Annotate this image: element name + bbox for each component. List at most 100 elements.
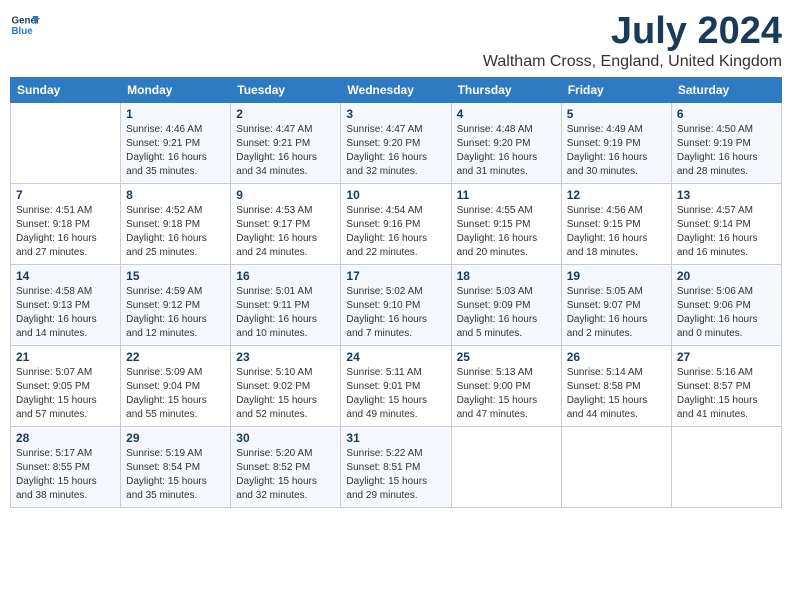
day-number: 2 [236,107,335,121]
day-number: 19 [567,269,666,283]
header-cell-sunday: Sunday [11,78,121,103]
header-cell-monday: Monday [121,78,231,103]
day-cell: 11Sunrise: 4:55 AM Sunset: 9:15 PM Dayli… [451,184,561,265]
day-cell: 26 Sunrise: 5:14 AM Sunset: 8:58 PM Dayli… [561,346,671,427]
header-cell-saturday: Saturday [671,78,781,103]
day-number: 31 [346,431,445,445]
day-number: 20 [677,269,776,283]
day-number: 10 [346,188,445,202]
day-info: Sunrise: 4:49 AM Sunset: 9:19 PM Dayligh… [567,123,666,179]
day-cell: 5 Sunrise: 4:49 AM Sunset: 9:19 PM Daylig… [561,103,671,184]
day-number: 4 [457,107,556,121]
day-info: Sunrise: 5:06 AM Sunset: 9:06 PM Dayligh… [677,285,776,341]
day-cell: 9 Sunrise: 4:53 AM Sunset: 9:17 PM Daylig… [231,184,341,265]
day-number: 26 [567,350,666,364]
day-info: Sunrise: 4:54 AM Sunset: 9:16 PM Dayligh… [346,204,445,260]
logo-icon: General Blue [10,10,40,40]
day-cell: 12 Sunrise: 4:56 AM Sunset: 9:15 PM Dayli… [561,184,671,265]
day-info: Sunrise: 4:47 AM Sunset: 9:20 PM Dayligh… [346,123,445,179]
day-cell: 8 Sunrise: 4:52 AM Sunset: 9:18 PM Daylig… [121,184,231,265]
week-row-2: 7Sunrise: 4:51 AM Sunset: 9:18 PM Daylig… [11,184,782,265]
day-info: Sunrise: 5:07 AM Sunset: 9:05 PM Dayligh… [16,366,115,422]
day-info: Sunrise: 4:51 AM Sunset: 9:18 PM Dayligh… [16,204,115,260]
day-info: Sunrise: 4:46 AM Sunset: 9:21 PM Dayligh… [126,123,225,179]
calendar-header: SundayMondayTuesdayWednesdayThursdayFrid… [11,78,782,103]
header-cell-wednesday: Wednesday [341,78,451,103]
day-number: 24 [346,350,445,364]
day-cell: 14 Sunrise: 4:58 AM Sunset: 9:13 PM Dayli… [11,265,121,346]
day-cell: 24 Sunrise: 5:11 AM Sunset: 9:01 PM Dayli… [341,346,451,427]
day-cell: 4Sunrise: 4:48 AM Sunset: 9:20 PM Daylig… [451,103,561,184]
day-info: Sunrise: 4:47 AM Sunset: 9:21 PM Dayligh… [236,123,335,179]
day-cell: 2 Sunrise: 4:47 AM Sunset: 9:21 PM Daylig… [231,103,341,184]
day-number: 28 [16,431,115,445]
day-cell [451,427,561,508]
day-cell: 27Sunrise: 5:16 AM Sunset: 8:57 PM Dayli… [671,346,781,427]
day-cell: 21 Sunrise: 5:07 AM Sunset: 9:05 PM Dayli… [11,346,121,427]
day-cell: 15 Sunrise: 4:59 AM Sunset: 9:12 PM Dayli… [121,265,231,346]
day-number: 15 [126,269,225,283]
day-info: Sunrise: 4:52 AM Sunset: 9:18 PM Dayligh… [126,204,225,260]
day-info: Sunrise: 4:57 AM Sunset: 9:14 PM Dayligh… [677,204,776,260]
day-number: 30 [236,431,335,445]
day-info: Sunrise: 5:03 AM Sunset: 9:09 PM Dayligh… [457,285,556,341]
day-info: Sunrise: 5:16 AM Sunset: 8:57 PM Dayligh… [677,366,776,422]
day-number: 14 [16,269,115,283]
day-cell: 1 Sunrise: 4:46 AM Sunset: 9:21 PM Daylig… [121,103,231,184]
day-number: 12 [567,188,666,202]
day-number: 21 [16,350,115,364]
day-number: 9 [236,188,335,202]
day-info: Sunrise: 5:22 AM Sunset: 8:51 PM Dayligh… [346,447,445,503]
week-row-5: 28 Sunrise: 5:17 AM Sunset: 8:55 PM Dayli… [11,427,782,508]
day-info: Sunrise: 5:09 AM Sunset: 9:04 PM Dayligh… [126,366,225,422]
day-cell: 22 Sunrise: 5:09 AM Sunset: 9:04 PM Dayli… [121,346,231,427]
day-number: 1 [126,107,225,121]
week-row-4: 21 Sunrise: 5:07 AM Sunset: 9:05 PM Dayli… [11,346,782,427]
day-cell: 10 Sunrise: 4:54 AM Sunset: 9:16 PM Dayli… [341,184,451,265]
header: General Blue July 2024 Waltham Cross, En… [10,10,782,71]
month-title: July 2024 [483,10,782,53]
day-info: Sunrise: 5:19 AM Sunset: 8:54 PM Dayligh… [126,447,225,503]
day-number: 22 [126,350,225,364]
logo: General Blue [10,10,40,40]
header-cell-tuesday: Tuesday [231,78,341,103]
day-number: 11 [457,188,556,202]
day-info: Sunrise: 5:02 AM Sunset: 9:10 PM Dayligh… [346,285,445,341]
day-number: 25 [457,350,556,364]
day-info: Sunrise: 4:50 AM Sunset: 9:19 PM Dayligh… [677,123,776,179]
day-info: Sunrise: 4:53 AM Sunset: 9:17 PM Dayligh… [236,204,335,260]
header-cell-friday: Friday [561,78,671,103]
day-cell [561,427,671,508]
day-info: Sunrise: 4:56 AM Sunset: 9:15 PM Dayligh… [567,204,666,260]
day-number: 8 [126,188,225,202]
day-cell: 18 Sunrise: 5:03 AM Sunset: 9:09 PM Dayli… [451,265,561,346]
day-number: 18 [457,269,556,283]
svg-text:Blue: Blue [12,26,34,37]
day-number: 17 [346,269,445,283]
day-cell: 23Sunrise: 5:10 AM Sunset: 9:02 PM Dayli… [231,346,341,427]
day-info: Sunrise: 5:20 AM Sunset: 8:52 PM Dayligh… [236,447,335,503]
day-cell: 3 Sunrise: 4:47 AM Sunset: 9:20 PM Daylig… [341,103,451,184]
day-number: 5 [567,107,666,121]
day-info: Sunrise: 4:58 AM Sunset: 9:13 PM Dayligh… [16,285,115,341]
day-cell: 19 Sunrise: 5:05 AM Sunset: 9:07 PM Dayli… [561,265,671,346]
day-info: Sunrise: 5:11 AM Sunset: 9:01 PM Dayligh… [346,366,445,422]
day-info: Sunrise: 5:01 AM Sunset: 9:11 PM Dayligh… [236,285,335,341]
day-number: 23 [236,350,335,364]
day-number: 13 [677,188,776,202]
header-cell-thursday: Thursday [451,78,561,103]
day-number: 3 [346,107,445,121]
header-row: SundayMondayTuesdayWednesdayThursdayFrid… [11,78,782,103]
title-area: July 2024 Waltham Cross, England, United… [483,10,782,71]
day-cell: 25 Sunrise: 5:13 AM Sunset: 9:00 PM Dayli… [451,346,561,427]
day-info: Sunrise: 5:17 AM Sunset: 8:55 PM Dayligh… [16,447,115,503]
day-info: Sunrise: 5:13 AM Sunset: 9:00 PM Dayligh… [457,366,556,422]
day-cell: 28 Sunrise: 5:17 AM Sunset: 8:55 PM Dayli… [11,427,121,508]
day-number: 6 [677,107,776,121]
day-info: Sunrise: 5:05 AM Sunset: 9:07 PM Dayligh… [567,285,666,341]
calendar-table: SundayMondayTuesdayWednesdayThursdayFrid… [10,77,782,508]
week-row-3: 14 Sunrise: 4:58 AM Sunset: 9:13 PM Dayli… [11,265,782,346]
day-info: Sunrise: 5:14 AM Sunset: 8:58 PM Dayligh… [567,366,666,422]
day-info: Sunrise: 4:59 AM Sunset: 9:12 PM Dayligh… [126,285,225,341]
day-cell: 16Sunrise: 5:01 AM Sunset: 9:11 PM Dayli… [231,265,341,346]
